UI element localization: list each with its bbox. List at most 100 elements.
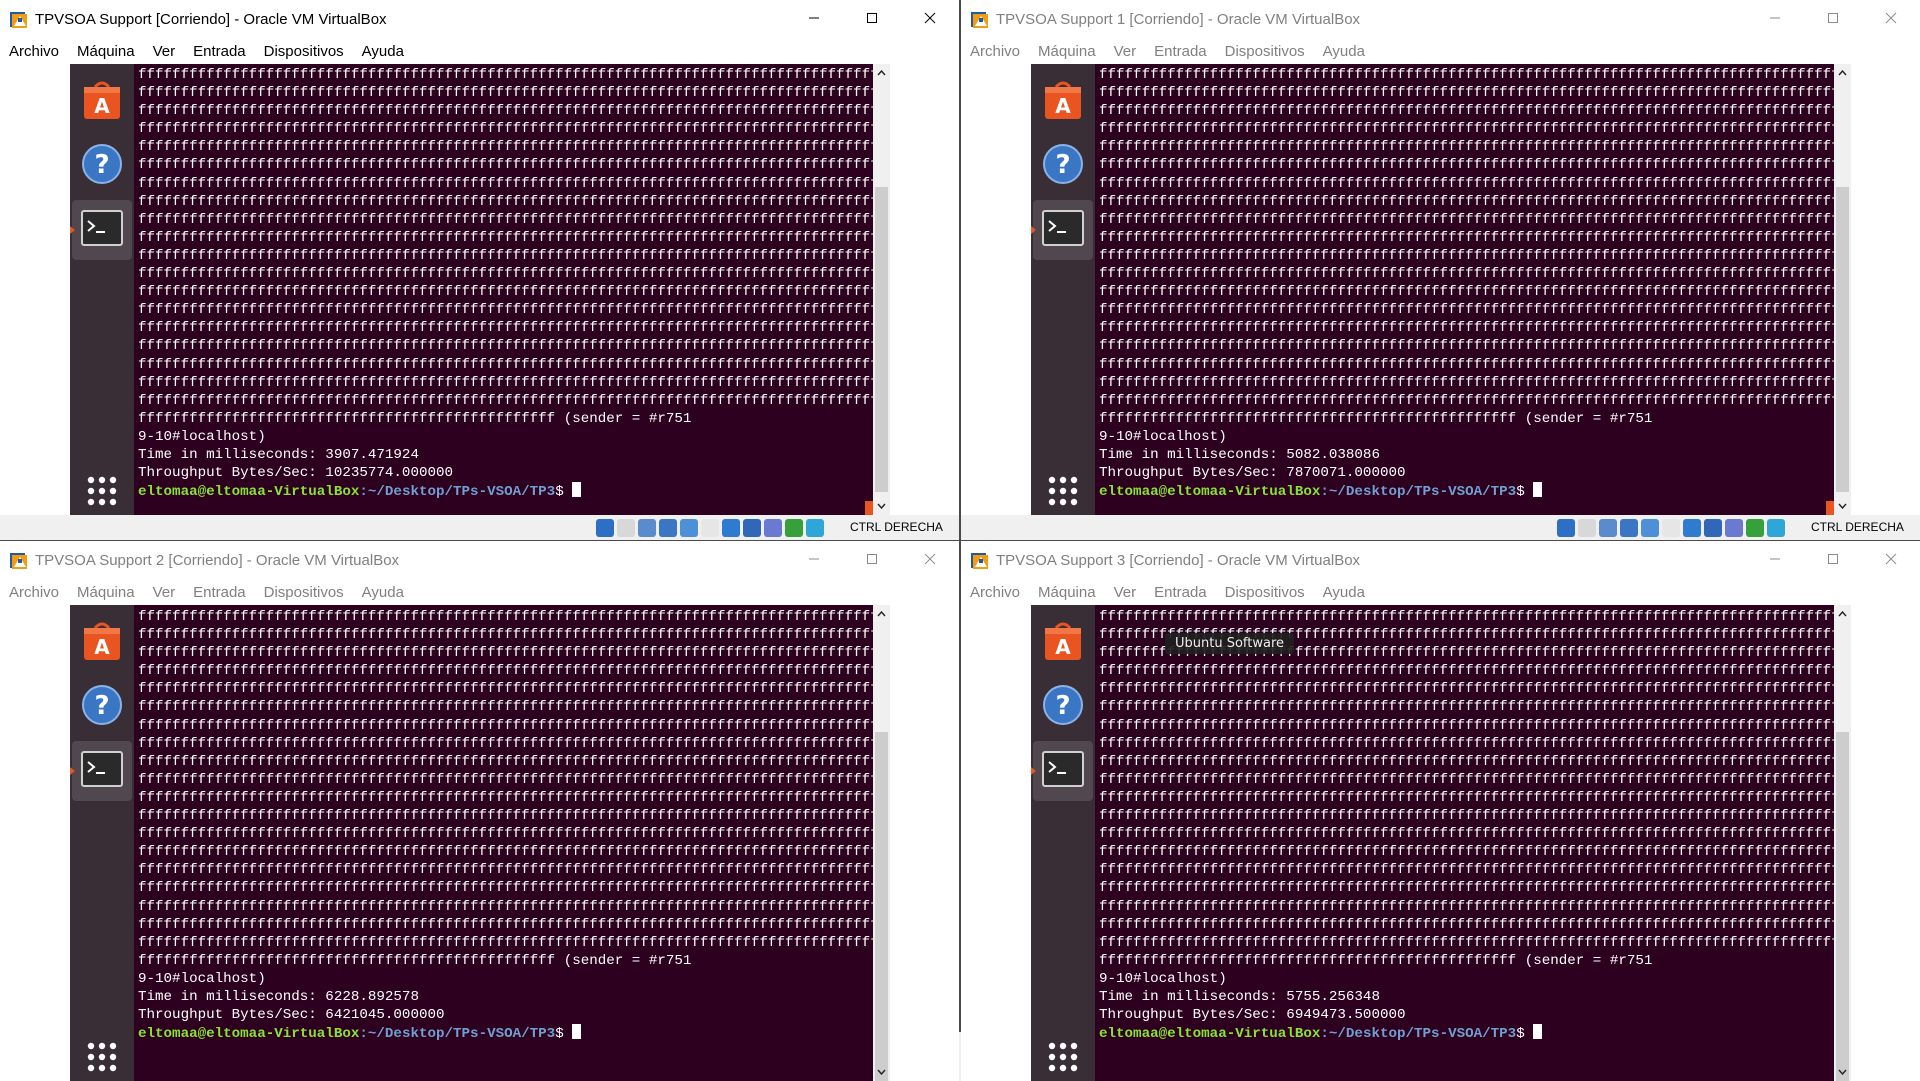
device-status-icon[interactable]	[1557, 519, 1575, 537]
device-status-icon[interactable]	[743, 519, 761, 537]
menu-item[interactable]: Ver	[1114, 583, 1137, 603]
vertical-scrollbar[interactable]	[873, 64, 890, 515]
device-status-icon[interactable]	[806, 519, 824, 537]
device-status-icon[interactable]	[638, 519, 656, 537]
scroll-up-arrow-icon[interactable]	[1834, 66, 1851, 80]
maximize-button[interactable]	[1804, 541, 1862, 581]
device-status-icon[interactable]	[1746, 519, 1764, 537]
terminal-output[interactable]: ffffffffffffffffffffffffffffffffffffffff…	[1099, 608, 1834, 1043]
device-status-icon[interactable]	[701, 519, 719, 537]
menu-item[interactable]: Archivo	[970, 42, 1020, 62]
launcher-terminal[interactable]	[70, 200, 132, 260]
menu-item[interactable]: Dispositivos	[1225, 42, 1305, 62]
launcher-ubuntu-software[interactable]: A	[1033, 613, 1093, 673]
virtualbox-window[interactable]: TPVSOA Support 3 [Corriendo] - Oracle VM…	[961, 541, 1920, 1081]
menu-item[interactable]: Dispositivos	[1225, 583, 1305, 603]
menu-item[interactable]: Máquina	[1038, 583, 1096, 603]
menu-item[interactable]: Archivo	[9, 583, 59, 603]
scrollbar-thumb[interactable]	[875, 187, 888, 492]
title-bar[interactable]: TPVSOA Support 1 [Corriendo] - Oracle VM…	[961, 0, 1920, 40]
close-button[interactable]	[1862, 541, 1920, 581]
minimize-button[interactable]	[785, 541, 843, 581]
scroll-up-arrow-icon[interactable]	[873, 607, 890, 621]
menu-item[interactable]: Ver	[153, 42, 176, 62]
menu-item[interactable]: Entrada	[1154, 42, 1207, 62]
terminal-output[interactable]: ffffffffffffffffffffffffffffffffffffffff…	[138, 66, 873, 501]
menu-item[interactable]: Dispositivos	[264, 583, 344, 603]
resize-grip[interactable]	[865, 501, 873, 515]
device-status-icon[interactable]	[1683, 519, 1701, 537]
launcher-help[interactable]: ?	[1033, 677, 1093, 737]
menu-item[interactable]: Entrada	[1154, 583, 1207, 603]
vertical-scrollbar[interactable]	[1834, 605, 1851, 1081]
vm-display[interactable]: A? ffffffffffffffffffffffffffffffffffffff…	[1031, 64, 1834, 515]
minimize-button[interactable]	[1746, 0, 1804, 40]
menu-item[interactable]: Máquina	[77, 42, 135, 62]
minimize-button[interactable]	[1746, 541, 1804, 581]
scrollbar-thumb[interactable]	[1836, 732, 1849, 1081]
launcher-terminal[interactable]	[70, 741, 132, 801]
device-status-icon[interactable]	[1662, 519, 1680, 537]
scroll-down-arrow-icon[interactable]	[1834, 499, 1851, 513]
show-applications-button[interactable]	[1047, 475, 1079, 507]
launcher-terminal[interactable]	[1031, 741, 1093, 801]
virtualbox-icon[interactable]	[9, 550, 30, 571]
title-bar[interactable]: TPVSOA Support 3 [Corriendo] - Oracle VM…	[961, 541, 1920, 581]
menu-item[interactable]: Entrada	[193, 583, 246, 603]
launcher-ubuntu-software[interactable]: A	[72, 72, 132, 132]
device-status-icon[interactable]	[659, 519, 677, 537]
show-applications-button[interactable]	[86, 475, 118, 507]
menu-item[interactable]: Ayuda	[1323, 42, 1365, 62]
vm-display[interactable]: A? ffffffffffffffffffffffffffffffffffffff…	[1031, 605, 1834, 1081]
menu-item[interactable]: Ayuda	[362, 42, 404, 62]
terminal-output[interactable]: ffffffffffffffffffffffffffffffffffffffff…	[138, 608, 873, 1043]
menu-item[interactable]: Máquina	[77, 583, 135, 603]
show-applications-button[interactable]	[1047, 1041, 1079, 1073]
terminal-output[interactable]: ffffffffffffffffffffffffffffffffffffffff…	[1099, 66, 1834, 501]
scroll-up-arrow-icon[interactable]	[1834, 607, 1851, 621]
launcher-ubuntu-software[interactable]: A	[1033, 72, 1093, 132]
scrollbar-thumb[interactable]	[875, 732, 888, 1081]
close-button[interactable]	[1862, 0, 1920, 40]
title-bar[interactable]: TPVSOA Support 2 [Corriendo] - Oracle VM…	[0, 541, 959, 581]
vm-display[interactable]: A? ffffffffffffffffffffffffffffffffffffff…	[70, 64, 873, 515]
virtualbox-icon[interactable]	[970, 550, 991, 571]
minimize-button[interactable]	[785, 0, 843, 40]
menu-item[interactable]: Ver	[153, 583, 176, 603]
device-status-icon[interactable]	[617, 519, 635, 537]
device-status-icon[interactable]	[1599, 519, 1617, 537]
show-applications-button[interactable]	[86, 1041, 118, 1073]
launcher-help[interactable]: ?	[72, 677, 132, 737]
device-status-icon[interactable]	[1641, 519, 1659, 537]
vm-display[interactable]: A? ffffffffffffffffffffffffffffffffffffff…	[70, 605, 873, 1081]
close-button[interactable]	[901, 0, 959, 40]
virtualbox-window[interactable]: TPVSOA Support 1 [Corriendo] - Oracle VM…	[961, 0, 1920, 540]
launcher-terminal[interactable]	[1031, 200, 1093, 260]
maximize-button[interactable]	[843, 541, 901, 581]
device-status-icon[interactable]	[596, 519, 614, 537]
maximize-button[interactable]	[1804, 0, 1862, 40]
device-status-icon[interactable]	[1725, 519, 1743, 537]
vertical-scrollbar[interactable]	[1834, 64, 1851, 515]
launcher-ubuntu-software[interactable]: A	[72, 613, 132, 673]
menu-item[interactable]: Ayuda	[1323, 583, 1365, 603]
menu-item[interactable]: Máquina	[1038, 42, 1096, 62]
virtualbox-icon[interactable]	[970, 9, 991, 30]
resize-grip[interactable]	[1826, 501, 1834, 515]
menu-item[interactable]: Ver	[1114, 42, 1137, 62]
device-status-icon[interactable]	[1620, 519, 1638, 537]
scrollbar-thumb[interactable]	[1836, 187, 1849, 492]
device-status-icon[interactable]	[1704, 519, 1722, 537]
scroll-down-arrow-icon[interactable]	[873, 499, 890, 513]
scroll-down-arrow-icon[interactable]	[873, 1065, 890, 1079]
launcher-help[interactable]: ?	[72, 136, 132, 196]
device-status-icon[interactable]	[1578, 519, 1596, 537]
device-status-icon[interactable]	[722, 519, 740, 537]
menu-item[interactable]: Entrada	[193, 42, 246, 62]
vertical-scrollbar[interactable]	[873, 605, 890, 1081]
menu-item[interactable]: Dispositivos	[264, 42, 344, 62]
launcher-help[interactable]: ?	[1033, 136, 1093, 196]
virtualbox-icon[interactable]	[9, 9, 30, 30]
scroll-down-arrow-icon[interactable]	[1834, 1065, 1851, 1079]
virtualbox-window[interactable]: TPVSOA Support [Corriendo] - Oracle VM V…	[0, 0, 959, 540]
